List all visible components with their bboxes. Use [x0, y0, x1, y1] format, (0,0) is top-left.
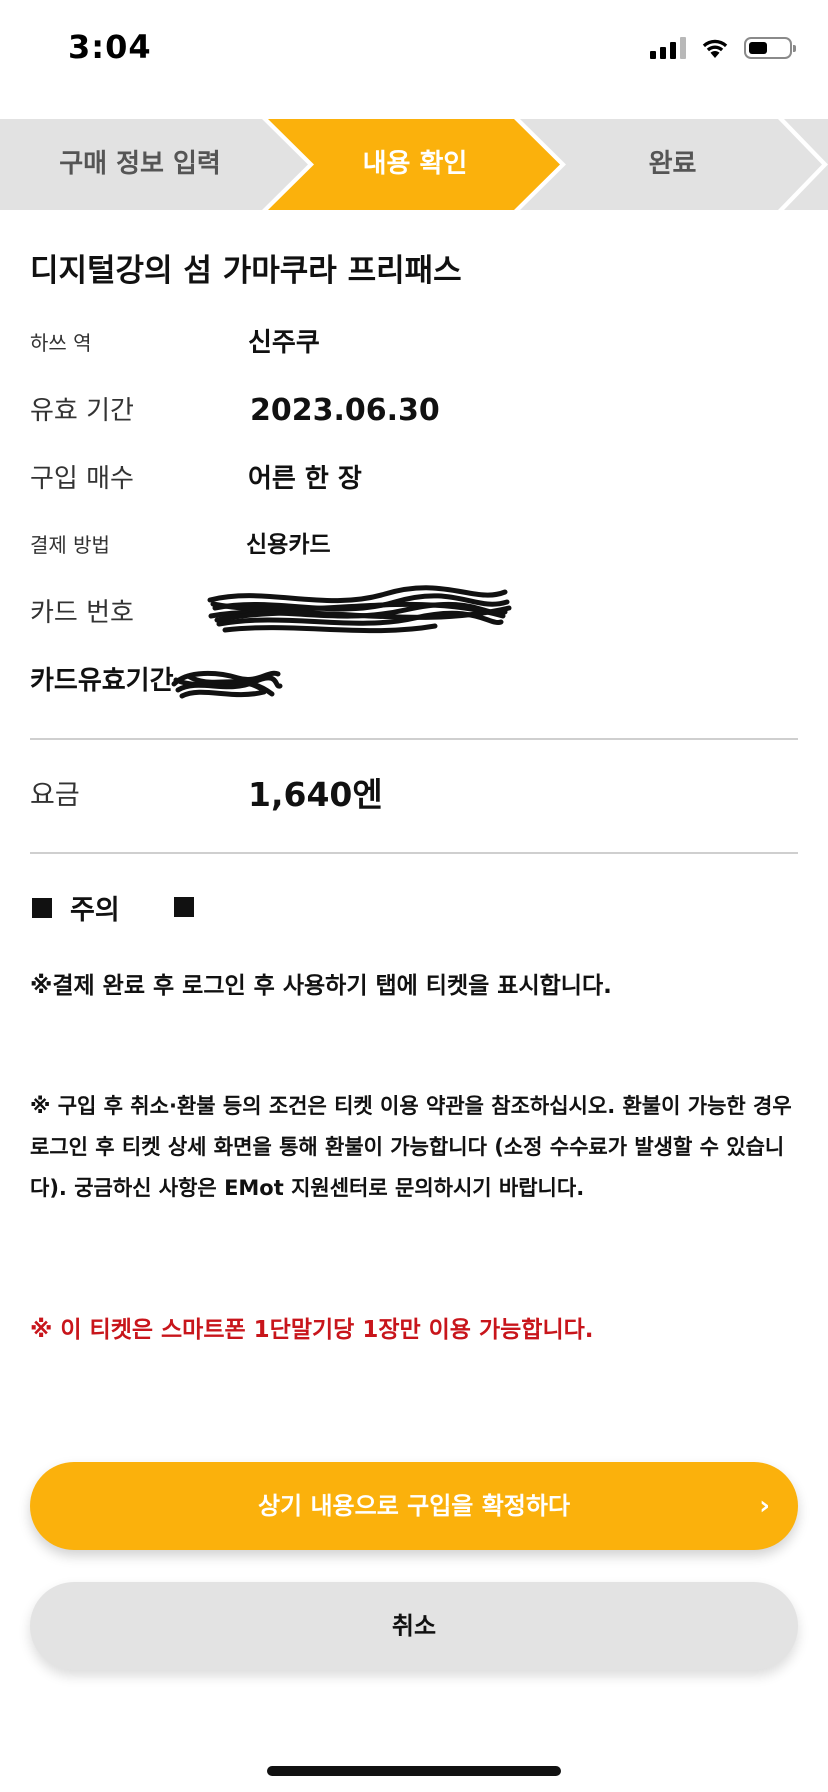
redacted-card-expiry-scribble — [171, 670, 283, 699]
step-complete: 완료 — [648, 149, 697, 179]
cancel-button[interactable]: 취소 — [30, 1582, 798, 1670]
step-purchase-info: 구매 정보 입력 — [59, 149, 221, 179]
cancel-label: 취소 — [391, 1612, 437, 1640]
notice-device-limit: ※ 이 티켓은 스마트폰 1단말기당 1장만 이용 가능합니다. — [30, 1317, 594, 1343]
wifi-icon — [702, 39, 728, 58]
card-number-label: 카드 번호 — [30, 598, 134, 628]
signal-icon — [650, 37, 686, 59]
quantity-label: 구입 매수 — [30, 464, 134, 494]
step-confirm-details: 내용 확인 — [362, 149, 468, 179]
info-row-card-expiry: 카드유효기간 — [30, 656, 800, 706]
info-row-payment: 결제 방법 신용카드 — [30, 520, 800, 570]
notice-heading: 주의 — [32, 888, 194, 927]
notice-heading-text: 주의 — [70, 895, 120, 926]
departure-label: 하쓰 역 — [30, 331, 92, 355]
ticket-title: 디지털강의 섬 가마쿠라 프리패스 — [30, 253, 462, 289]
fare-value: 1,640엔 — [248, 775, 383, 814]
confirm-purchase-button[interactable]: 상기 내용으로 구입을 확정하다 › — [30, 1462, 798, 1550]
info-row-departure: 하쓰 역 신주쿠 — [30, 318, 800, 368]
home-indicator[interactable] — [267, 1766, 561, 1776]
fare-label: 요금 — [30, 780, 80, 811]
notice-refund-terms: ※ 구입 후 취소·환불 등의 조건은 티켓 이용 약관을 참조하십시오. 환불… — [30, 1094, 792, 1200]
divider-bottom — [30, 852, 798, 854]
validity-label: 유효 기간 — [30, 396, 134, 426]
status-icons — [650, 36, 796, 60]
card-expiry-label: 카드유효기간 — [30, 666, 174, 696]
redacted-card-number-scribble — [207, 585, 512, 634]
confirm-purchase-label: 상기 내용으로 구입을 확정하다 — [257, 1492, 571, 1520]
battery-icon — [744, 37, 796, 59]
square-bullet-icon — [174, 897, 194, 917]
notice-ticket-display: ※결제 완료 후 로그인 후 사용하기 탭에 티켓을 표시합니다. — [30, 973, 612, 999]
chevron-right-icon: › — [759, 1491, 770, 1521]
payment-value: 신용카드 — [246, 532, 331, 558]
quantity-value: 어른 한 장 — [248, 464, 362, 494]
payment-label: 결제 방법 — [30, 533, 110, 557]
status-bar: 3:04 — [0, 0, 828, 100]
status-time: 3:04 — [68, 28, 152, 66]
info-row-quantity: 구입 매수 어른 한 장 — [30, 454, 800, 504]
progress-stepper: 구매 정보 입력 내용 확인 완료 — [0, 119, 828, 210]
divider-top — [30, 738, 798, 740]
departure-value: 신주쿠 — [248, 328, 320, 358]
square-bullet-icon — [32, 897, 52, 918]
info-row-validity: 유효 기간 2023.06.30 — [30, 386, 800, 436]
validity-value: 2023.06.30 — [250, 393, 440, 428]
